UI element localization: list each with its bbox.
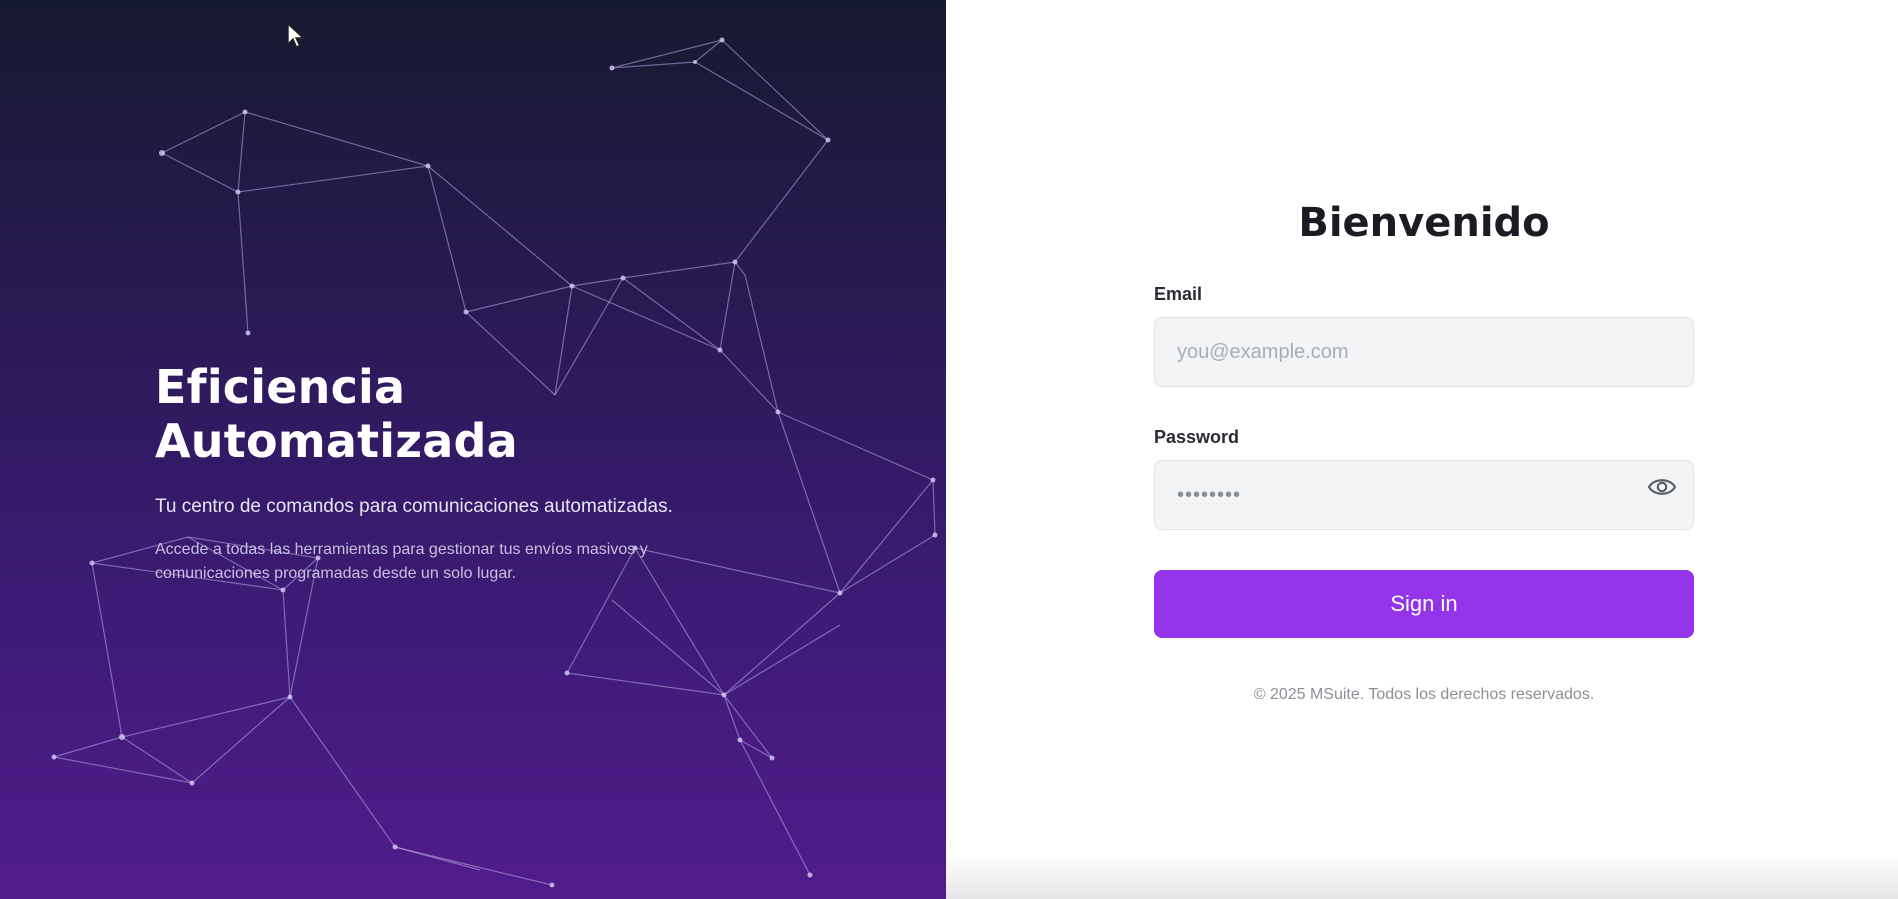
hero-panel: Eficiencia Automatizada Tu centro de com… bbox=[0, 0, 946, 899]
copyright-footer: © 2025 MSuite. Todos los derechos reserv… bbox=[1253, 686, 1595, 703]
login-form: Bienvenido Email Password Sign in © 2025… bbox=[1154, 200, 1694, 704]
password-field[interactable] bbox=[1154, 460, 1694, 530]
mouse-pointer-icon bbox=[287, 22, 305, 48]
sign-in-button[interactable]: Sign in bbox=[1154, 570, 1694, 638]
password-label: Password bbox=[1154, 427, 1240, 447]
eye-icon[interactable] bbox=[1646, 474, 1678, 500]
email-field[interactable] bbox=[1154, 317, 1694, 387]
hero-title: Eficiencia Automatizada bbox=[155, 360, 518, 468]
hero-subtitle: Tu centro de comandos para comunicacione… bbox=[155, 496, 673, 517]
login-title: Bienvenido bbox=[1298, 200, 1550, 246]
email-label: Email bbox=[1154, 284, 1203, 304]
hero-copy: Eficiencia Automatizada Tu centro de com… bbox=[155, 360, 775, 586]
login-page: Eficiencia Automatizada Tu centro de com… bbox=[0, 0, 1898, 899]
password-field-wrapper bbox=[1154, 460, 1694, 530]
hero-description: Accede a todas las herramientas para ges… bbox=[155, 541, 648, 582]
login-panel: Bienvenido Email Password Sign in © 2025… bbox=[946, 0, 1898, 899]
email-field-wrapper bbox=[1154, 317, 1694, 387]
